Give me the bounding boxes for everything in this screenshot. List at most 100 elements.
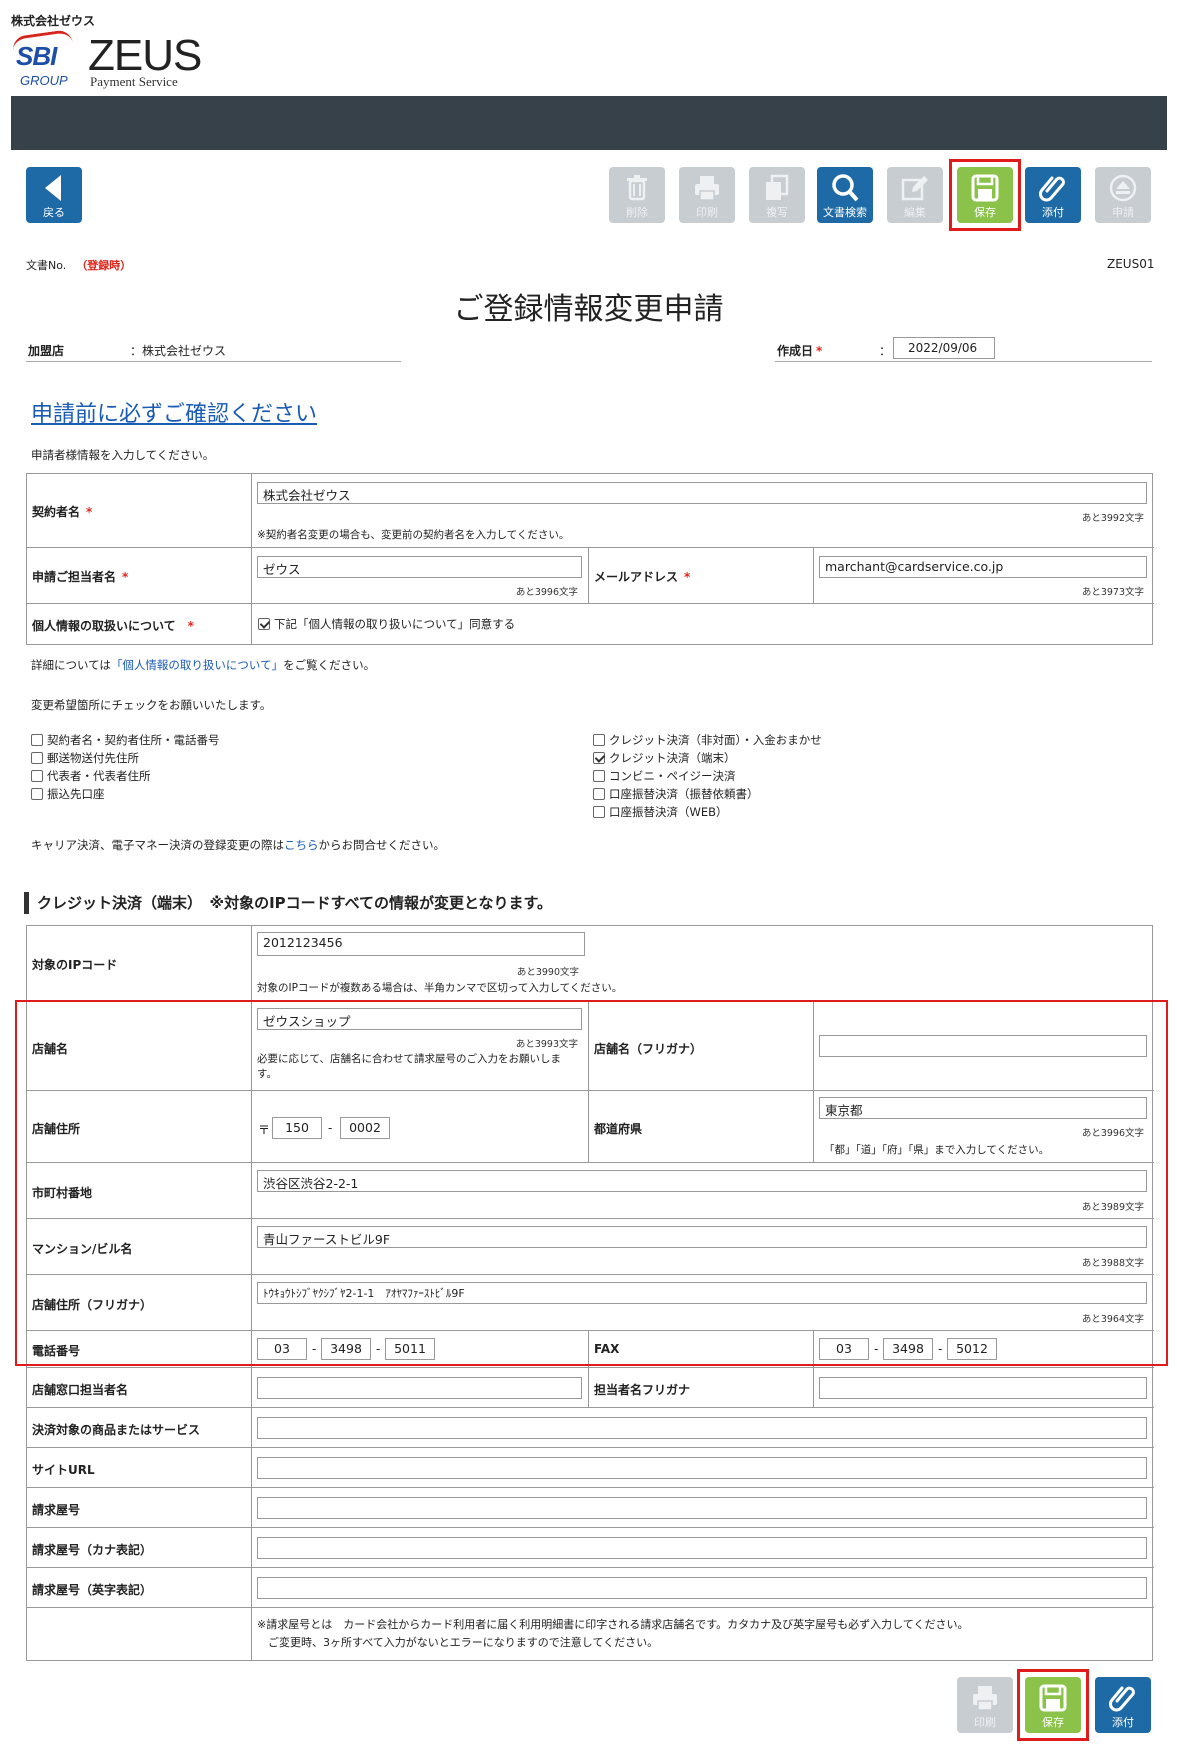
privacy-label: 個人情報の取扱いについて * [32, 617, 194, 634]
contractor-label-cell: 契約者名 * [27, 474, 252, 548]
email-label: メールアドレス * [594, 568, 690, 585]
attach-button-bottom[interactable]: 添付 [1095, 1677, 1151, 1733]
ip-label-cell: 対象のIPコード [27, 926, 252, 1002]
window-person-input[interactable] [257, 1377, 582, 1399]
check-credit-online[interactable]: クレジット決済（非対面）・入金おまかせ [593, 732, 822, 748]
apply-button-label: 申請 [1112, 206, 1134, 219]
merchant-value: ：株式会社ゼウス [130, 344, 227, 358]
print-button-label: 印刷 [696, 206, 718, 219]
email-char-count: あと3973文字 [1081, 587, 1144, 598]
back-arrow-icon [45, 175, 61, 201]
window-label: 店舗窓口担当者名 [32, 1383, 129, 1397]
email-input[interactable]: marchant@cardservice.co.jp [819, 556, 1147, 578]
check-contractor-info[interactable]: 契約者名・契約者住所・電話番号 [31, 732, 220, 748]
back-button[interactable]: 戻る [26, 167, 82, 223]
billing-en-label: 請求屋号（英字表記） [32, 1583, 153, 1597]
site-label-cell: サイトURL [27, 1448, 252, 1488]
delete-button: 削除 [609, 167, 665, 223]
ip-char-count: あと3990文字 [516, 967, 579, 978]
checkbox-label: 口座振替決済（振替依頼書） [609, 787, 759, 801]
check-bank-account[interactable]: 振込先口座 [31, 786, 105, 802]
merchant-label: 加盟店 [28, 344, 65, 358]
site-value-cell [252, 1448, 1154, 1488]
checkbox-label: クレジット決済（端末） [609, 751, 736, 765]
created-date-label-text: 作成日 [777, 344, 814, 358]
paperclip-icon [1109, 1686, 1135, 1712]
person-char-count: あと3996文字 [515, 587, 578, 598]
privacy-label-cell: 個人情報の取扱いについて * [27, 604, 252, 644]
copy-button: 複写 [749, 167, 805, 223]
checkbox-icon [31, 788, 43, 800]
checkbox-checked-icon [593, 752, 605, 764]
billing-kana-label: 請求屋号（カナ表記） [32, 1543, 153, 1557]
billing-label-cell: 請求屋号 [27, 1488, 252, 1528]
ip-label: 対象のIPコード [32, 958, 118, 972]
billing-kana-input[interactable] [257, 1537, 1147, 1559]
copy-icon [766, 174, 789, 200]
site-url-input[interactable] [257, 1457, 1147, 1479]
checkbox-checked-icon [258, 618, 270, 630]
applicant-note: 申請者様情報を入力してください。 [31, 448, 215, 462]
person-label-text: 申請ご担当者名 [32, 570, 117, 584]
product-input[interactable] [257, 1417, 1147, 1439]
check-mailing-address[interactable]: 郵送物送付先住所 [31, 750, 139, 766]
billing-en-input[interactable] [257, 1577, 1147, 1599]
person-input[interactable]: ゼウス [257, 556, 582, 578]
privacy-policy-link[interactable]: 「個人情報の取り扱いについて」 [111, 658, 283, 672]
check-account-transfer-web[interactable]: 口座振替決済（WEB） [593, 804, 728, 820]
doc-id: ZEUS01 [1107, 257, 1155, 271]
created-date-input[interactable]: 2022/09/06 [893, 337, 995, 359]
checkbox-label: 郵送物送付先住所 [47, 751, 139, 765]
person-label-cell: 申請ご担当者名 * [27, 548, 252, 604]
details-note-prefix: 詳細については [31, 658, 111, 672]
checkbox-label: 振込先口座 [47, 787, 105, 801]
save-button-bottom-highlight [1017, 1669, 1089, 1741]
site-label: サイトURL [32, 1463, 95, 1477]
logo-group-text: GROUP [20, 73, 68, 88]
privacy-agree-checkbox[interactable]: 下記「個人情報の取り扱いについて」同意する [258, 616, 515, 632]
required-mark: * [187, 619, 194, 633]
checkbox-icon [593, 806, 605, 818]
required-mark: * [816, 344, 823, 358]
checkbox-label: 契約者名・契約者住所・電話番号 [47, 733, 220, 747]
checkbox-label: 口座振替決済（WEB） [609, 805, 728, 819]
checkbox-label: クレジット決済（非対面）・入金おまかせ [609, 733, 822, 747]
check-account-transfer-form[interactable]: 口座振替決済（振替依頼書） [593, 786, 759, 802]
sbi-logo-mark: SBI [11, 28, 78, 71]
doc-number-label: 文書No. [26, 259, 67, 272]
carrier-note-suffix: からお問合せください。 [318, 838, 446, 852]
window-value-cell [252, 1368, 589, 1408]
check-convenience-store[interactable]: コンビニ・ペイジー決済 [593, 768, 736, 784]
check-representative[interactable]: 代表者・代表者住所 [31, 768, 151, 784]
confirm-before-apply-link[interactable]: 申請前に必ずご確認ください [31, 396, 317, 428]
contractor-note: ※契約者名変更の場合も、変更前の契約者名を入力してください。 [257, 529, 570, 541]
email-value-cell: marchant@cardservice.co.jp あと3973文字 [814, 548, 1154, 604]
window-kana-value-cell [814, 1368, 1154, 1408]
header-bar [11, 96, 1167, 150]
billing-kana-label-cell: 請求屋号（カナ表記） [27, 1528, 252, 1568]
paperclip-icon [1039, 176, 1065, 202]
privacy-value-cell: 下記「個人情報の取り扱いについて」同意する [252, 604, 1154, 644]
contractor-input[interactable]: 株式会社ゼウス [257, 482, 1147, 504]
zeus-logo: SBI GROUP ZEUS Payment Service [11, 28, 202, 89]
attach-button[interactable]: 添付 [1025, 167, 1081, 223]
check-credit-terminal[interactable]: クレジット決済（端末） [593, 750, 736, 766]
doc-search-button[interactable]: 文書検索 [817, 167, 873, 223]
billing-name-input[interactable] [257, 1497, 1147, 1519]
contact-here-link[interactable]: こちら [284, 838, 319, 852]
required-mark: * [86, 505, 93, 519]
trash-icon [627, 175, 647, 201]
required-mark: * [122, 570, 129, 584]
eject-icon [1109, 174, 1137, 202]
checkbox-icon [31, 734, 43, 746]
window-kana-input[interactable] [819, 1377, 1147, 1399]
carrier-note-prefix: キャリア決済、電子マネー決済の登録変更の際は [31, 838, 284, 852]
save-button-highlight [949, 159, 1021, 231]
logo-payment-text: Payment Service [90, 74, 178, 89]
checkbox-icon [593, 770, 605, 782]
billing-note-line2: ご変更時、3ヶ所すべて入力がないとエラーになりますので注意してください。 [268, 1636, 659, 1649]
print-button-label: 印刷 [974, 1716, 996, 1729]
printer-icon [973, 1686, 997, 1711]
ip-code-textarea[interactable]: 2012123456 [257, 932, 585, 956]
ip-value-cell: 2012123456 あと3990文字 対象のIPコードが複数ある場合は、半角カ… [252, 926, 1154, 1002]
